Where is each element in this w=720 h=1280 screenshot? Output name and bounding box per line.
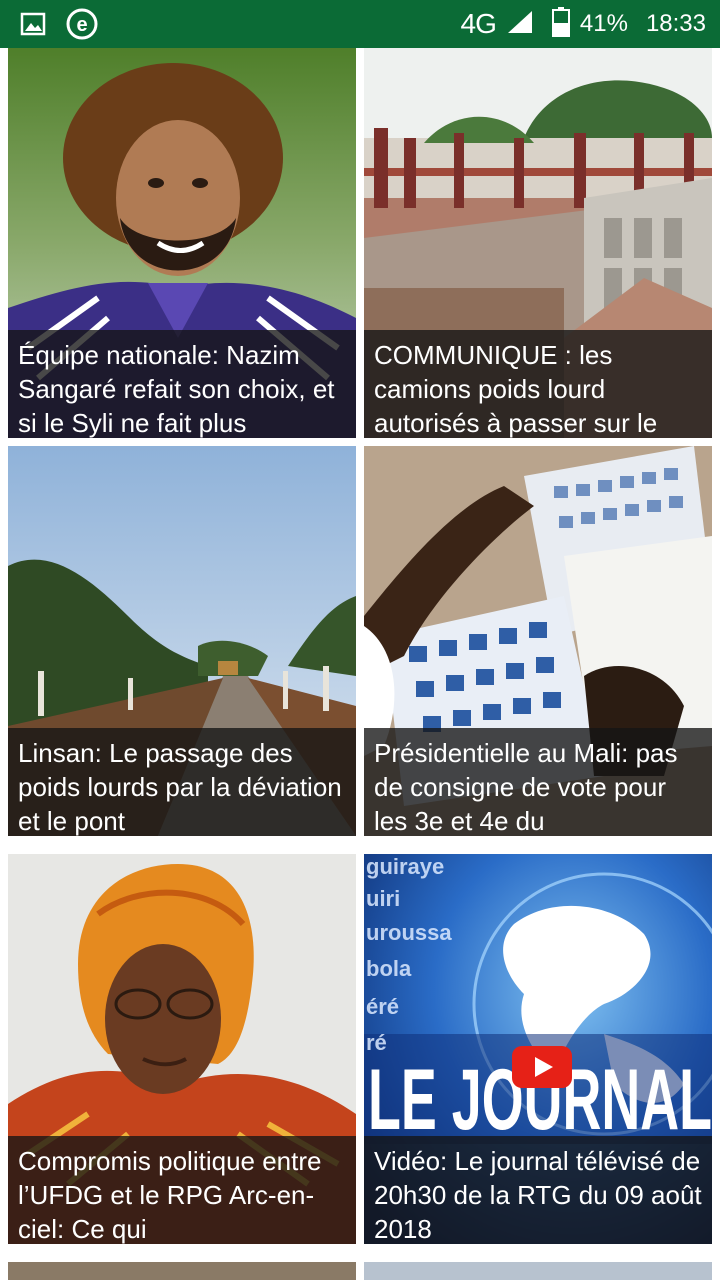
article-title: Compromis politique entre l’UFDG et le R… xyxy=(18,1146,322,1244)
article-title: Équipe nationale: Nazim Sangaré refait s… xyxy=(18,340,335,438)
e-app-notification-icon: e xyxy=(66,8,98,45)
status-bar: e 4G 41% 18:33 xyxy=(0,0,720,48)
article-caption: COMMUNIQUE : les camions poids lourd aut… xyxy=(364,330,712,438)
article-card[interactable]: LE JOURNAL guiraye uiri uroussa bola éré… xyxy=(364,854,712,1244)
news-grid: Équipe nationale: Nazim Sangaré refait s… xyxy=(0,48,720,1280)
article-title: COMMUNIQUE : les camions poids lourd aut… xyxy=(374,340,658,438)
signal-icon xyxy=(506,9,534,40)
article-title: Présidentielle au Mali: pas de consigne … xyxy=(374,738,678,836)
video-side-word: bola xyxy=(366,956,412,981)
article-caption: Présidentielle au Mali: pas de consigne … xyxy=(364,728,712,836)
article-card[interactable]: Équipe nationale: Nazim Sangaré refait s… xyxy=(8,48,356,438)
article-caption: Compromis politique entre l’UFDG et le R… xyxy=(8,1136,356,1244)
article-image xyxy=(8,1262,356,1280)
article-image xyxy=(364,1262,712,1280)
article-card[interactable]: Présidentielle au Mali: pas de consigne … xyxy=(364,446,712,836)
article-card[interactable]: COMMUNIQUE : les camions poids lourd aut… xyxy=(364,48,712,438)
video-side-word: uiri xyxy=(366,886,400,911)
play-icon[interactable] xyxy=(512,1046,572,1088)
battery-percent: 41% xyxy=(579,10,628,37)
video-side-word: ré xyxy=(366,1030,387,1055)
article-caption: Vidéo: Le journal télévisé de 20h30 de l… xyxy=(364,1136,712,1244)
article-title: Linsan: Le passage des poids lourds par … xyxy=(18,738,342,836)
svg-text:e: e xyxy=(76,14,87,36)
article-title: Vidéo: Le journal télévisé de 20h30 de l… xyxy=(374,1146,702,1244)
article-caption: Équipe nationale: Nazim Sangaré refait s… xyxy=(8,330,356,438)
article-card[interactable]: Compromis politique entre l’UFDG et le R… xyxy=(8,854,356,1244)
article-caption: Linsan: Le passage des poids lourds par … xyxy=(8,728,356,836)
article-card[interactable] xyxy=(364,1262,712,1280)
battery-icon xyxy=(551,6,570,42)
video-side-word: guiraye xyxy=(366,854,444,879)
network-type: 4G xyxy=(460,8,497,39)
clock: 18:33 xyxy=(645,10,706,37)
image-notification-icon xyxy=(20,11,46,42)
video-side-word: uroussa xyxy=(366,920,452,945)
video-side-word: éré xyxy=(366,994,399,1019)
article-card[interactable] xyxy=(8,1262,356,1280)
article-card[interactable]: Linsan: Le passage des poids lourds par … xyxy=(8,446,356,836)
